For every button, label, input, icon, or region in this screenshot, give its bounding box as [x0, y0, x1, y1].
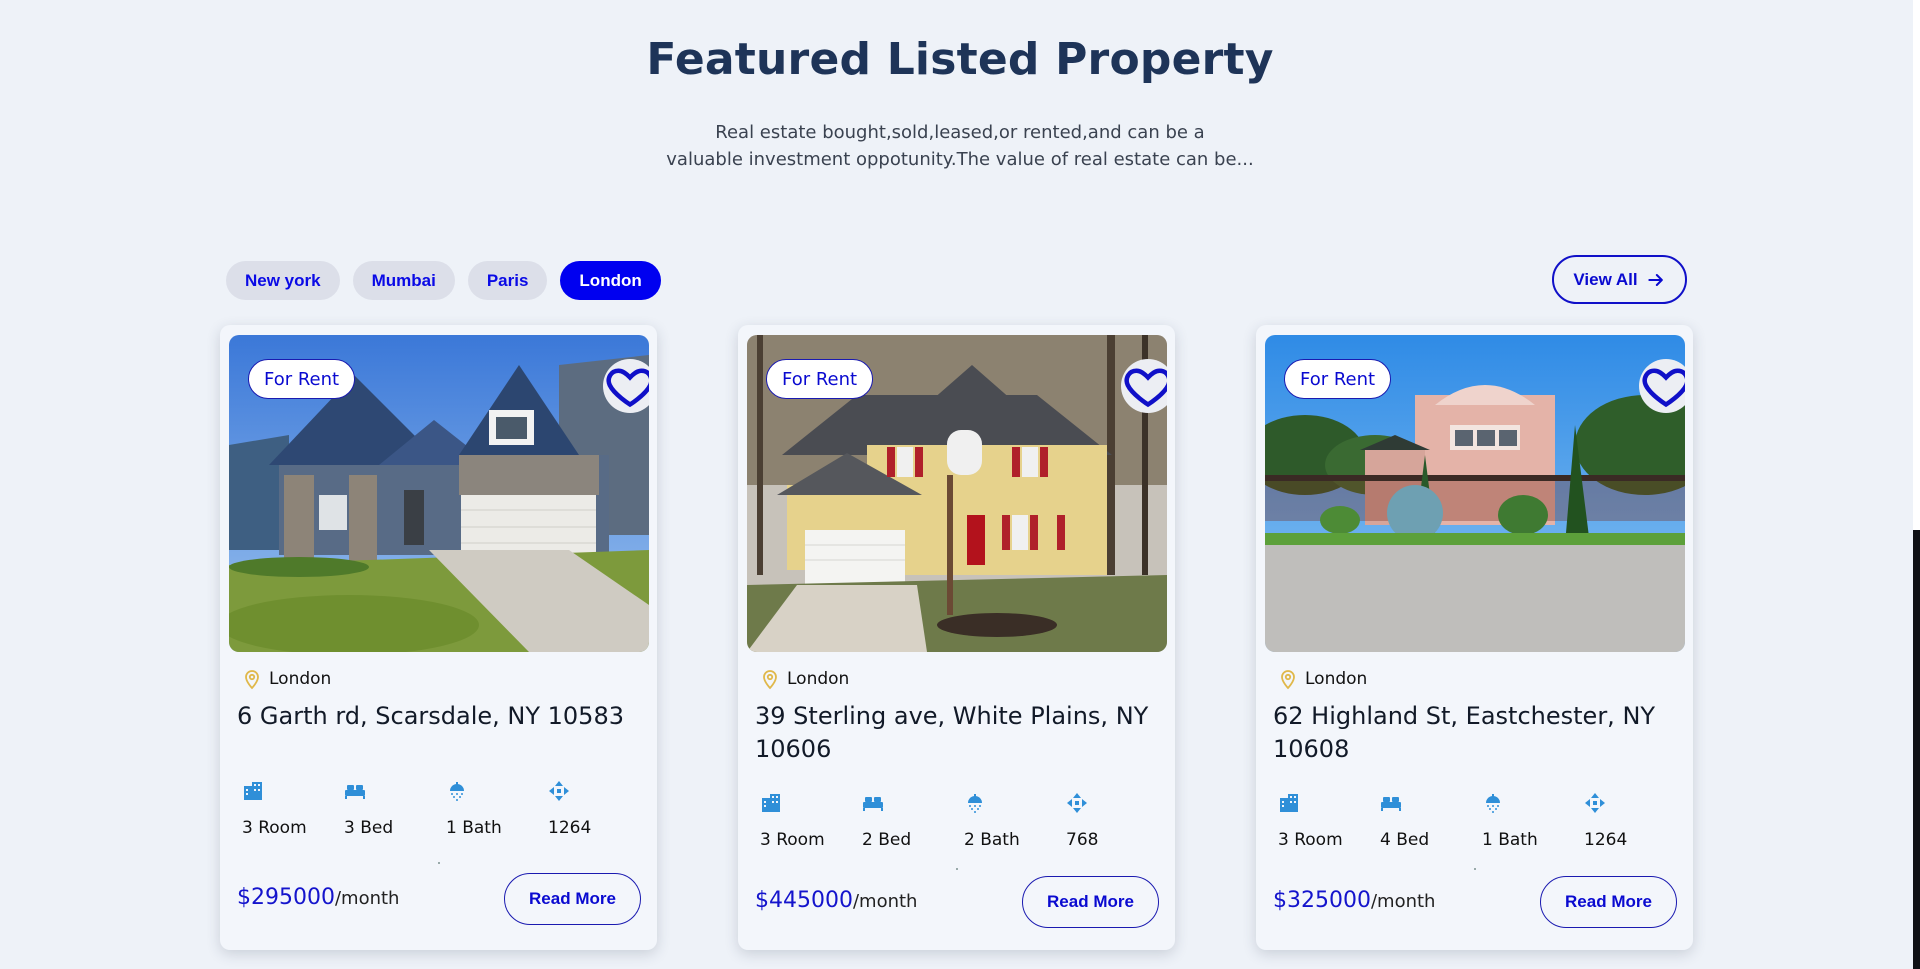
location-pin-icon: [245, 670, 259, 690]
section-description: Real estate bought,sold,leased,or rented…: [640, 119, 1280, 173]
city-filter-tabs: New york Mumbai Paris London: [226, 261, 661, 300]
feature-label: 1 Bath: [1482, 830, 1538, 850]
location-label: London: [787, 669, 850, 689]
feature-beds: 2 Bed: [862, 792, 964, 850]
expand-arrows-icon: [549, 781, 569, 801]
bed-icon: [345, 785, 365, 799]
feature-label: 2 Bed: [862, 830, 912, 850]
scrollbar-thumb[interactable]: [1913, 530, 1920, 969]
expand-arrows-icon: [1067, 793, 1087, 813]
feature-area: 1264: [548, 780, 650, 838]
read-more-button[interactable]: Read More: [1540, 876, 1677, 928]
page-scrollbar[interactable]: [1913, 0, 1920, 969]
property-location: London: [1278, 668, 1367, 690]
favorite-button[interactable]: [603, 359, 649, 413]
read-more-button[interactable]: Read More: [1022, 876, 1159, 928]
feature-label: 1264: [548, 818, 592, 838]
listing-type-badge: For Rent: [766, 359, 874, 399]
price-amount: $445000: [755, 888, 853, 913]
location-pin-icon: [763, 670, 777, 690]
property-card: For Rent London 62 Highland St, Eastches…: [1256, 325, 1693, 950]
view-all-label: View All: [1573, 269, 1638, 289]
property-location: London: [760, 668, 849, 690]
building-icon: [244, 782, 262, 800]
feature-label: 1 Bath: [446, 818, 502, 838]
property-price: $445000 /month: [755, 888, 917, 913]
shower-icon: [450, 782, 464, 801]
property-price: $325000 /month: [1273, 888, 1435, 913]
divider-dot: [1474, 868, 1476, 870]
heart-icon: [1642, 367, 1685, 407]
building-icon: [1280, 794, 1298, 812]
filter-mumbai[interactable]: Mumbai: [352, 261, 455, 300]
property-card: For Rent London 6 Garth rd, Scarsdale, N…: [220, 325, 657, 950]
divider-dot: [956, 868, 958, 870]
heart-icon: [1124, 367, 1167, 407]
listing-type-badge: For Rent: [1284, 359, 1392, 399]
property-address: 39 Sterling ave, White Plains, NY 10606: [755, 702, 1149, 763]
feature-beds: 4 Bed: [1380, 792, 1482, 850]
feature-baths: 2 Bath: [964, 792, 1066, 850]
feature-label: 768: [1066, 830, 1099, 850]
read-more-button[interactable]: Read More: [504, 873, 641, 925]
feature-baths: 1 Bath: [446, 780, 548, 838]
divider-dot: [438, 862, 440, 864]
filter-paris[interactable]: Paris: [467, 261, 548, 300]
property-features: 3 Room 4 Bed 1 Bath 1264: [1278, 792, 1686, 850]
bed-icon: [1381, 797, 1401, 811]
listing-type-badge: For Rent: [248, 359, 356, 399]
filter-new-york[interactable]: New york: [226, 261, 340, 300]
location-label: London: [269, 669, 332, 689]
shower-icon: [1486, 794, 1500, 813]
property-location: London: [242, 668, 331, 690]
property-photo[interactable]: For Rent: [229, 335, 649, 652]
feature-label: 3 Bed: [344, 818, 394, 838]
feature-area: 768: [1066, 792, 1168, 850]
favorite-button[interactable]: [1121, 359, 1167, 413]
price-period: /month: [852, 891, 918, 912]
feature-label: 3 Room: [1278, 830, 1343, 850]
property-features: 3 Room 2 Bed 2 Bath 768: [760, 792, 1168, 850]
price-amount: $325000: [1273, 888, 1371, 913]
filter-london[interactable]: London: [560, 261, 661, 300]
property-card: For Rent London 39 Sterling ave, White P…: [738, 325, 1175, 950]
location-pin-icon: [1281, 670, 1295, 690]
shower-icon: [968, 794, 982, 813]
location-label: London: [1305, 669, 1368, 689]
arrow-right-icon: [1647, 273, 1663, 286]
property-features: 3 Room 3 Bed 1 Bath 1264: [242, 780, 650, 838]
description-line: Real estate bought,sold,leased,or rented…: [715, 122, 1205, 143]
feature-area: 1264: [1584, 792, 1686, 850]
feature-label: 2 Bath: [964, 830, 1020, 850]
feature-label: 3 Room: [760, 830, 825, 850]
feature-label: 4 Bed: [1380, 830, 1430, 850]
property-address: 6 Garth rd, Scarsdale, NY 10583: [237, 702, 624, 730]
price-period: /month: [1370, 891, 1436, 912]
property-photo[interactable]: For Rent: [747, 335, 1167, 652]
feature-rooms: 3 Room: [242, 780, 344, 838]
heart-icon: [606, 367, 649, 407]
view-all-button[interactable]: View All: [1552, 255, 1687, 304]
property-photo[interactable]: For Rent: [1265, 335, 1685, 652]
expand-arrows-icon: [1585, 793, 1605, 813]
description-line: valuable investment oppotunity.The value…: [666, 149, 1254, 170]
property-price: $295000 /month: [237, 885, 399, 910]
feature-label: 3 Room: [242, 818, 307, 838]
page-title: Featured Listed Property: [646, 34, 1274, 85]
feature-rooms: 3 Room: [760, 792, 862, 850]
feature-beds: 3 Bed: [344, 780, 446, 838]
price-amount: $295000: [237, 885, 335, 910]
building-icon: [762, 794, 780, 812]
feature-baths: 1 Bath: [1482, 792, 1584, 850]
price-period: /month: [334, 888, 400, 909]
feature-label: 1264: [1584, 830, 1628, 850]
favorite-button[interactable]: [1639, 359, 1685, 413]
bed-icon: [863, 797, 883, 811]
property-address: 62 Highland St, Eastchester, NY 10608: [1273, 702, 1656, 763]
feature-rooms: 3 Room: [1278, 792, 1380, 850]
